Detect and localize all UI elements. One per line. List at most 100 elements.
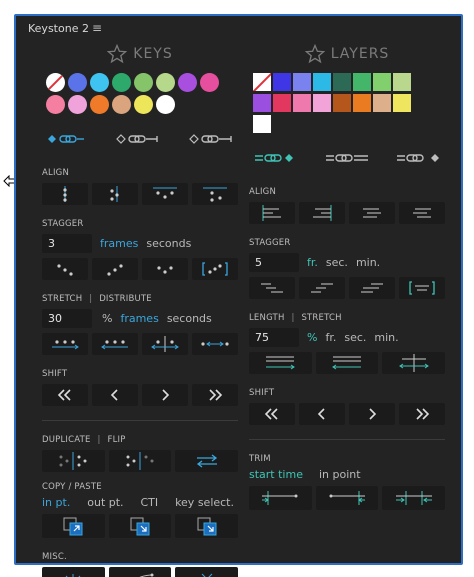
keys-swatch-none[interactable]	[46, 73, 65, 92]
keys-swatch[interactable]	[134, 95, 153, 114]
shift-keys-far-left-button[interactable]	[42, 384, 88, 406]
stagger-layers-down-button[interactable]	[249, 277, 295, 299]
layers-stagger-unit-seconds[interactable]: sec.	[326, 256, 348, 269]
keys-stretch-unit-seconds[interactable]: seconds	[167, 312, 212, 325]
layers-swatch[interactable]	[393, 73, 411, 91]
paste-mode-cti[interactable]: CTI	[140, 496, 158, 509]
misc-keys-remove-button[interactable]	[175, 567, 239, 577]
stagger-layers-range-button[interactable]	[399, 277, 445, 299]
trim-mode-start-time[interactable]: start time	[249, 468, 303, 481]
stretch-layers-center-button[interactable]	[382, 352, 446, 374]
stretch-layers-right-button[interactable]	[249, 352, 312, 374]
layers-length-unit-percent[interactable]: %	[307, 331, 317, 344]
align-layers-in-button[interactable]	[349, 202, 395, 224]
shift-layers-far-left-button[interactable]	[249, 403, 295, 425]
trim-layers-both-button[interactable]	[382, 486, 446, 510]
flip-keys-button[interactable]	[175, 450, 239, 472]
align-layers-left-button[interactable]	[249, 202, 295, 224]
stretch-keys-right-button[interactable]	[42, 333, 88, 355]
stagger-keys-up-button[interactable]	[92, 258, 138, 280]
selector-in-point[interactable]	[46, 133, 88, 145]
layers-swatch[interactable]	[373, 73, 391, 91]
paste-mode-in-point[interactable]: in pt.	[42, 496, 70, 509]
trim-layers-start-button[interactable]	[249, 486, 312, 510]
stretch-layers-left-button[interactable]	[315, 352, 379, 374]
align-keys-left-button[interactable]	[42, 183, 88, 205]
paste-keys-button[interactable]	[108, 514, 172, 538]
shift-layers-left-button[interactable]	[299, 403, 345, 425]
selector-mid[interactable]	[115, 133, 161, 145]
stretch-keys-left-button[interactable]	[92, 333, 138, 355]
layers-stagger-unit-frames[interactable]: fr.	[307, 256, 318, 269]
keys-swatch[interactable]	[68, 95, 87, 114]
keys-stretch-input[interactable]: 30	[42, 309, 92, 328]
align-keys-center-button[interactable]	[92, 183, 138, 205]
layers-swatch[interactable]	[353, 73, 371, 91]
layers-length-unit-seconds[interactable]: sec.	[344, 331, 366, 344]
stretch-keys-center-button[interactable]	[142, 333, 188, 355]
selector-out-point[interactable]	[188, 133, 234, 145]
layers-swatch[interactable]	[293, 73, 311, 91]
keys-swatch[interactable]	[112, 73, 131, 92]
layers-swatch[interactable]	[253, 94, 271, 112]
layers-length-unit-minutes[interactable]: min.	[374, 331, 398, 344]
trim-mode-in-point[interactable]: in point	[319, 468, 361, 481]
keys-swatch[interactable]	[134, 73, 153, 92]
shift-keys-right-button[interactable]	[142, 384, 188, 406]
layer-selector-mid[interactable]	[324, 152, 370, 164]
stagger-keys-range-button[interactable]	[192, 258, 238, 280]
stagger-layers-mid-button[interactable]	[349, 277, 395, 299]
align-keys-top-button[interactable]	[142, 183, 188, 205]
misc-keys-curve-button[interactable]	[108, 567, 172, 577]
keys-stagger-input[interactable]: 3	[42, 234, 92, 253]
keys-stretch-unit-frames[interactable]: frames	[120, 312, 158, 325]
layers-swatch[interactable]	[373, 94, 391, 112]
shift-keys-left-button[interactable]	[92, 384, 138, 406]
copy-keys-button[interactable]	[42, 514, 105, 538]
distribute-keys-button[interactable]	[192, 333, 238, 355]
layers-swatch-none[interactable]	[253, 73, 271, 91]
layers-swatch[interactable]	[273, 94, 291, 112]
keys-stretch-unit-percent[interactable]: %	[102, 312, 112, 325]
keys-swatch[interactable]	[200, 73, 219, 92]
layers-stagger-unit-minutes[interactable]: min.	[356, 256, 380, 269]
keys-stagger-unit-seconds[interactable]: seconds	[146, 237, 191, 250]
keys-swatch[interactable]	[90, 73, 109, 92]
layers-swatch[interactable]	[293, 94, 311, 112]
layers-swatch[interactable]	[353, 94, 371, 112]
duplicate-keys-right-button[interactable]	[108, 450, 172, 472]
layers-length-input[interactable]: 75	[249, 328, 299, 347]
keys-swatch[interactable]	[156, 95, 175, 114]
shift-layers-far-right-button[interactable]	[399, 403, 445, 425]
paste-mode-key-select[interactable]: key select.	[175, 496, 234, 509]
align-keys-bottom-button[interactable]	[192, 183, 238, 205]
stagger-keys-down-button[interactable]	[42, 258, 88, 280]
trim-layers-end-button[interactable]	[315, 486, 379, 510]
duplicate-keys-left-button[interactable]	[42, 450, 105, 472]
keys-swatch[interactable]	[46, 95, 65, 114]
align-layers-out-button[interactable]	[399, 202, 445, 224]
layer-selector-out-point[interactable]	[395, 152, 441, 164]
keys-swatch[interactable]	[112, 95, 131, 114]
shift-keys-far-right-button[interactable]	[192, 384, 238, 406]
paste-mode-out-point[interactable]: out pt.	[87, 496, 123, 509]
keys-swatch[interactable]	[178, 73, 197, 92]
misc-keys-converge-button[interactable]	[42, 567, 105, 577]
layers-swatch[interactable]	[313, 73, 331, 91]
stagger-layers-up-button[interactable]	[299, 277, 345, 299]
layers-swatch[interactable]	[333, 73, 351, 91]
keys-swatch[interactable]	[156, 73, 175, 92]
layers-stagger-input[interactable]: 5	[249, 253, 299, 272]
hamburger-icon[interactable]: ≡	[92, 21, 102, 35]
keys-swatch[interactable]	[68, 73, 87, 92]
layer-selector-in-point[interactable]	[253, 152, 299, 164]
keys-stagger-unit-frames[interactable]: frames	[100, 237, 138, 250]
keys-swatch[interactable]	[90, 95, 109, 114]
paste-keys-select-button[interactable]	[175, 514, 239, 538]
align-layers-right-button[interactable]	[299, 202, 345, 224]
layers-swatch[interactable]	[313, 94, 331, 112]
stagger-keys-mid-button[interactable]	[142, 258, 188, 280]
shift-layers-right-button[interactable]	[349, 403, 395, 425]
layers-swatch[interactable]	[333, 94, 351, 112]
layers-swatch[interactable]	[393, 94, 411, 112]
